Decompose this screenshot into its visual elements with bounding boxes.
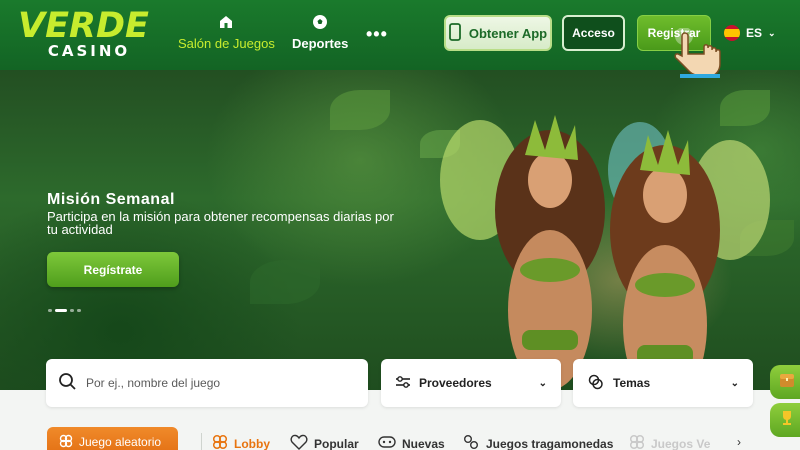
new-badge-icon <box>378 434 396 450</box>
carousel-dot[interactable] <box>70 309 74 312</box>
category-label: Juegos tragamonedas <box>486 436 614 450</box>
nav-item-label: Salón de Juegos <box>178 36 275 51</box>
trophy-icon <box>778 409 796 432</box>
sliders-icon <box>395 375 411 392</box>
heart-icon <box>290 434 308 450</box>
search-input[interactable] <box>86 376 346 390</box>
nav-item-label: Deportes <box>292 36 349 51</box>
random-game-label: Juego aleatorio <box>79 435 162 449</box>
promo-description: Participa en la misión para obtener reco… <box>47 209 394 237</box>
carousel-dots <box>48 309 81 312</box>
chevron-down-icon: ⌄ <box>538 377 547 389</box>
login-label: Acceso <box>572 26 615 40</box>
category-tab-popular[interactable]: Popular <box>290 434 359 450</box>
get-app-label: Obtener App <box>468 25 548 41</box>
category-tab-lobby[interactable]: Lobby <box>212 434 270 450</box>
themes-dropdown[interactable]: Temas ⌄ <box>573 359 753 407</box>
nav-item-lobby[interactable]: Salón de Juegos <box>178 14 275 51</box>
pointing-hand-cursor-icon <box>674 28 721 78</box>
language-code: ES <box>746 26 763 40</box>
clover-icon <box>629 434 645 450</box>
language-selector[interactable]: ES ⌄ <box>724 25 776 41</box>
search-icon <box>58 372 76 395</box>
promo-register-label: Regístrate <box>83 262 143 277</box>
home-icon <box>218 14 234 30</box>
treasure-chest-icon <box>778 372 796 393</box>
category-label: Nuevas <box>402 436 445 450</box>
chevron-down-icon: ⌄ <box>768 27 776 38</box>
game-search-box[interactable] <box>46 359 368 407</box>
get-app-button[interactable]: Obtener App <box>444 15 552 51</box>
leaf-decoration <box>330 90 390 130</box>
carousel-dot-active[interactable] <box>55 309 67 312</box>
category-tab-new[interactable]: Nuevas <box>378 434 445 450</box>
carousel-dot[interactable] <box>48 309 52 312</box>
carousel-dot[interactable] <box>77 309 81 312</box>
divider <box>201 433 202 450</box>
slot-machine-icon <box>462 434 480 450</box>
promo-title: Misión Semanal <box>47 191 175 208</box>
category-tab-more[interactable]: Juegos Ve <box>629 434 710 450</box>
providers-dropdown[interactable]: Proveedores ⌄ <box>381 359 561 407</box>
clover-icon <box>212 434 228 450</box>
smartphone-icon <box>448 22 461 44</box>
trophy-button[interactable] <box>770 403 800 437</box>
chevron-right-icon[interactable]: › <box>737 435 741 449</box>
chevron-down-icon: ⌄ <box>730 377 739 389</box>
leaf-decoration <box>250 260 320 304</box>
themes-label: Temas <box>613 376 651 390</box>
clover-icon <box>59 434 73 450</box>
soccer-ball-icon <box>312 14 328 30</box>
more-menu-button[interactable]: ••• <box>366 24 388 45</box>
category-label: Popular <box>314 436 359 450</box>
logo-wordmark: VERDE <box>18 6 149 46</box>
promo-register-button[interactable]: Regístrate <box>47 252 179 287</box>
random-game-button[interactable]: Juego aleatorio <box>47 427 178 450</box>
themes-icon <box>587 374 605 393</box>
more-icon: ••• <box>366 24 388 44</box>
category-label: Juegos Ve <box>651 436 711 450</box>
treasure-chest-button[interactable] <box>770 365 800 399</box>
promo-banner[interactable]: Misión Semanal Participa en la misión pa… <box>0 70 800 390</box>
nav-item-sports[interactable]: Deportes <box>292 14 348 51</box>
category-label: Lobby <box>234 436 270 450</box>
providers-label: Proveedores <box>419 376 492 390</box>
category-tab-slots[interactable]: Juegos tragamonedas <box>462 434 613 450</box>
logo[interactable]: VERDE CASINO <box>18 9 160 61</box>
login-button[interactable]: Acceso <box>562 15 625 51</box>
spain-flag-icon <box>724 25 740 41</box>
fairies-illustration <box>440 115 770 390</box>
